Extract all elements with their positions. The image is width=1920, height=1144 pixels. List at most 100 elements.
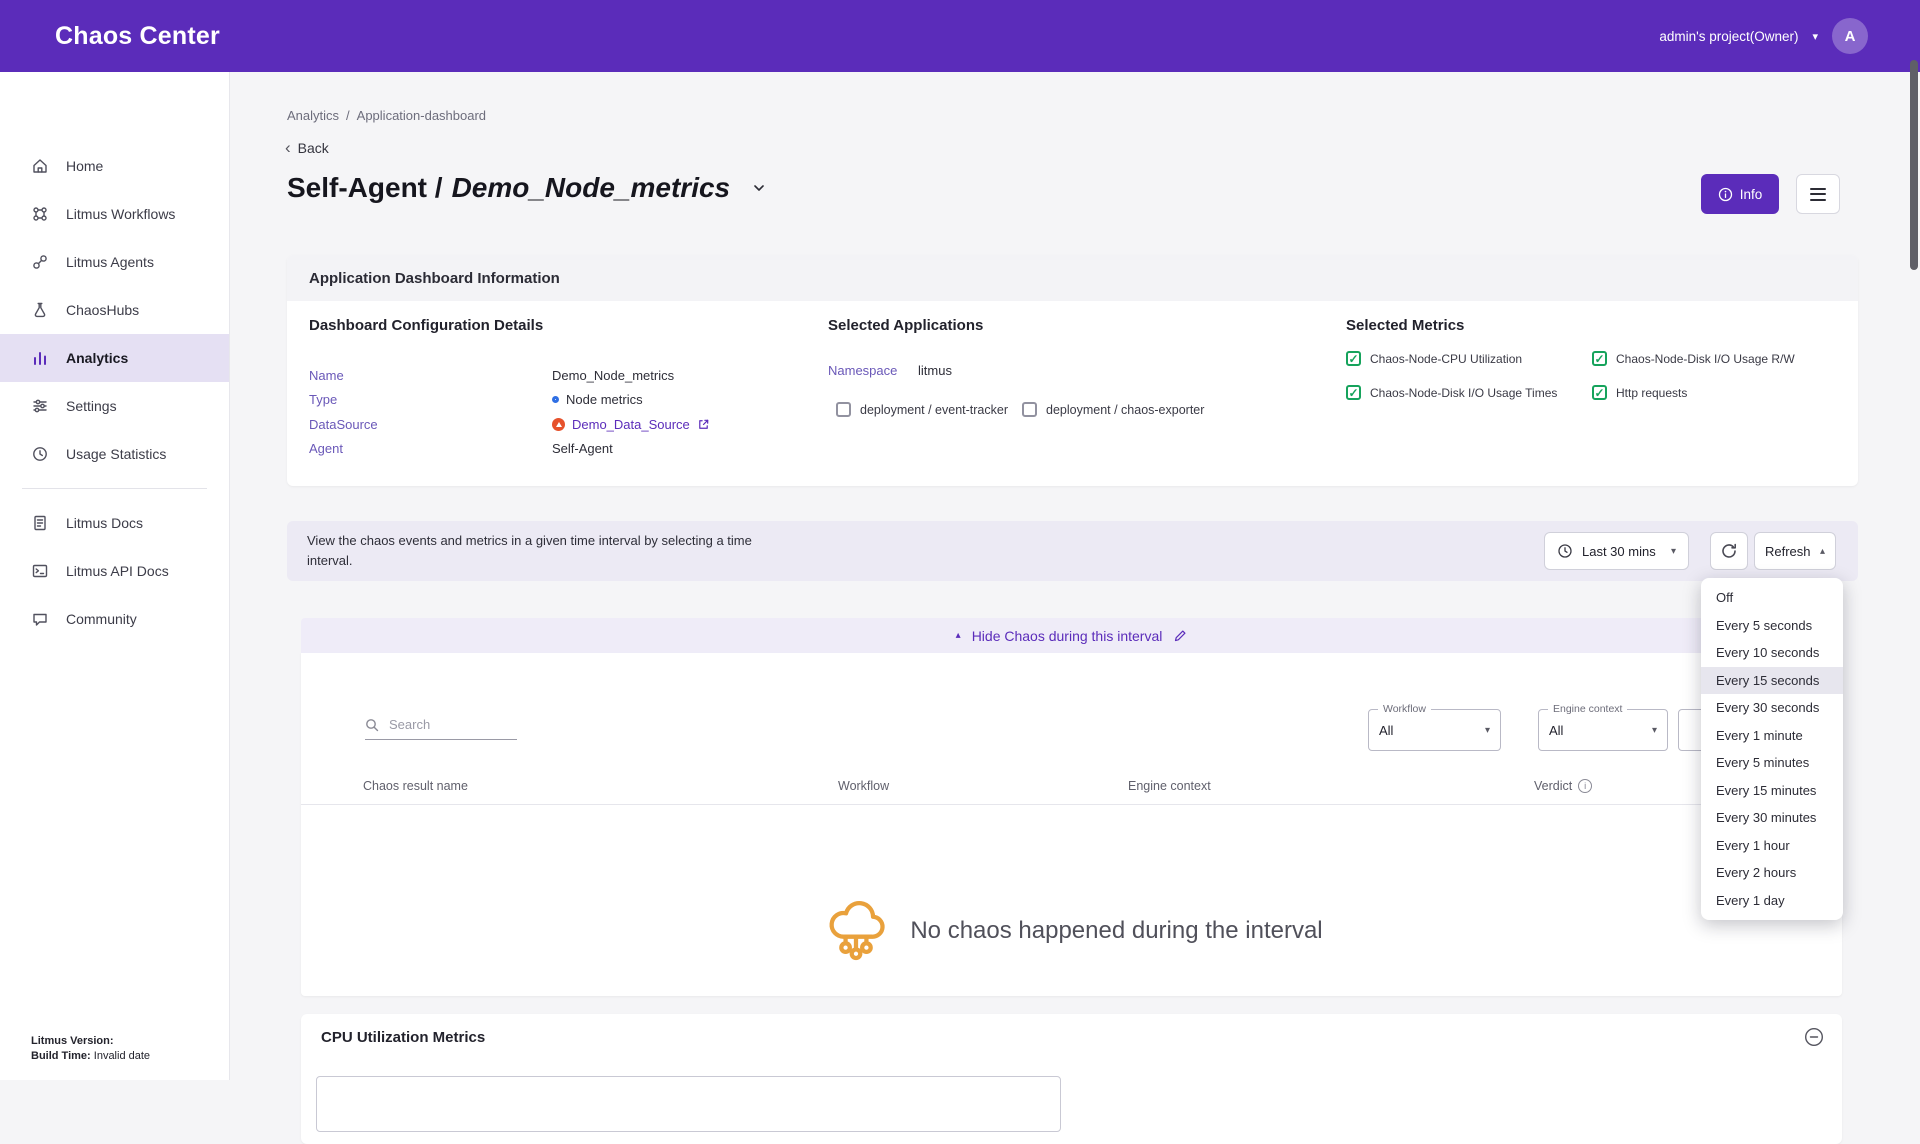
- checkbox-checked[interactable]: ✓: [1346, 351, 1361, 366]
- sidebar-item-label: Litmus API Docs: [66, 563, 169, 579]
- engine-context-filter-select[interactable]: Engine context All ▾: [1538, 709, 1668, 751]
- time-range-select[interactable]: Last 30 mins ▾: [1544, 532, 1689, 570]
- dashboard-switch-chevron-down-icon[interactable]: [751, 180, 767, 196]
- sidebar-item-community[interactable]: Community: [0, 595, 229, 643]
- config-value: Demo_Data_Source: [552, 417, 710, 432]
- checkbox-checked[interactable]: ✓: [1592, 385, 1607, 400]
- config-row-name: Name Demo_Node_metrics: [309, 363, 789, 388]
- chevron-down-icon: ▾: [1485, 725, 1490, 736]
- config-value: Self-Agent: [552, 441, 613, 456]
- home-icon: [31, 157, 49, 175]
- time-interval-description: View the chaos events and metrics in a g…: [307, 531, 759, 570]
- project-chevron-down-icon[interactable]: ▾: [1812, 30, 1818, 43]
- column-header-workflow: Workflow: [838, 779, 889, 793]
- metric-label: Http requests: [1616, 386, 1687, 400]
- refresh-now-button[interactable]: [1710, 532, 1748, 570]
- checkbox-unchecked[interactable]: [1022, 402, 1037, 417]
- breadcrumb-application-dashboard[interactable]: Application-dashboard: [357, 108, 486, 123]
- menu-option-every-5-minutes[interactable]: Every 5 minutes: [1701, 749, 1843, 777]
- checkbox-unchecked[interactable]: [836, 402, 851, 417]
- sidebar-item-home[interactable]: Home: [0, 142, 229, 190]
- menu-option-every-15-seconds[interactable]: Every 15 seconds: [1701, 667, 1843, 695]
- menu-option-every-2-hours[interactable]: Every 2 hours: [1701, 859, 1843, 887]
- config-label: Agent: [309, 441, 552, 456]
- bar-chart-icon: [31, 349, 49, 367]
- metric-checkbox-item: ✓ Chaos-Node-Disk I/O Usage R/W: [1592, 351, 1851, 366]
- menu-option-every-10-seconds[interactable]: Every 10 seconds: [1701, 639, 1843, 667]
- verdict-label: Verdict: [1534, 779, 1572, 793]
- menu-option-every-1-day[interactable]: Every 1 day: [1701, 887, 1843, 915]
- menu-option-off[interactable]: Off: [1701, 584, 1843, 612]
- page-title-row: Self-Agent / Demo_Node_metrics: [287, 172, 767, 204]
- engine-context-filter-value: All: [1549, 723, 1563, 738]
- config-label: DataSource: [309, 417, 552, 432]
- checkbox-checked[interactable]: ✓: [1592, 351, 1607, 366]
- node-metrics-icon: [552, 396, 559, 403]
- app-header: Chaos Center admin's project(Owner) ▾ A: [0, 0, 1920, 72]
- cpu-utilization-title: CPU Utilization Metrics: [321, 1029, 485, 1046]
- chaos-table-header-row: Chaos result name Workflow Engine contex…: [301, 769, 1842, 805]
- sidebar-item-litmus-api-docs[interactable]: Litmus API Docs: [0, 547, 229, 595]
- breadcrumb-analytics[interactable]: Analytics: [287, 108, 339, 123]
- cpu-utilization-card: CPU Utilization Metrics: [301, 1014, 1842, 1144]
- menu-option-every-1-hour[interactable]: Every 1 hour: [1701, 832, 1843, 860]
- refresh-interval-dropdown[interactable]: Refresh ▴: [1754, 532, 1836, 570]
- empty-state: No chaos happened during the interval: [301, 891, 1842, 971]
- sidebar-item-label: Litmus Docs: [66, 515, 143, 531]
- chevron-left-icon: ‹: [285, 138, 291, 158]
- edit-pencil-icon[interactable]: [1173, 629, 1187, 643]
- menu-option-every-15-minutes[interactable]: Every 15 minutes: [1701, 777, 1843, 805]
- metric-label: Chaos-Node-Disk I/O Usage Times: [1370, 386, 1557, 400]
- chevron-down-icon: ▾: [1671, 546, 1676, 557]
- sidebar-item-label: Settings: [66, 398, 117, 414]
- dashboard-info-card: Application Dashboard Information Dashbo…: [287, 255, 1858, 486]
- dashboard-menu-button[interactable]: [1796, 174, 1840, 214]
- sidebar-item-litmus-docs[interactable]: Litmus Docs: [0, 499, 229, 547]
- metric-checkbox-item: ✓ Chaos-Node-Disk I/O Usage Times: [1346, 385, 1592, 400]
- avatar[interactable]: A: [1832, 18, 1868, 54]
- namespace-row: Namespace litmus: [828, 363, 1328, 378]
- metric-label: Chaos-Node-CPU Utilization: [1370, 352, 1522, 366]
- config-value: Demo_Node_metrics: [552, 368, 674, 383]
- sidebar-item-usage-statistics[interactable]: Usage Statistics: [0, 430, 229, 478]
- sidebar-item-analytics[interactable]: Analytics: [0, 334, 229, 382]
- sidebar-item-settings[interactable]: Settings: [0, 382, 229, 430]
- hide-chaos-toggle[interactable]: ▴ Hide Chaos during this interval: [301, 618, 1842, 653]
- config-details-heading: Dashboard Configuration Details: [309, 317, 789, 335]
- search-input[interactable]: [387, 716, 507, 733]
- back-label: Back: [298, 140, 329, 156]
- datasource-link[interactable]: Demo_Data_Source: [572, 417, 690, 432]
- engine-context-filter-label: Engine context: [1548, 703, 1627, 715]
- column-header-verdict: Verdict i: [1534, 779, 1592, 793]
- collapse-minus-icon[interactable]: [1804, 1027, 1824, 1047]
- menu-option-every-1-minute[interactable]: Every 1 minute: [1701, 722, 1843, 750]
- vertical-scrollbar[interactable]: [1910, 60, 1918, 270]
- menu-option-every-5-seconds[interactable]: Every 5 seconds: [1701, 612, 1843, 640]
- app-title: Chaos Center: [55, 22, 220, 51]
- document-icon: [31, 514, 49, 532]
- menu-option-every-30-seconds[interactable]: Every 30 seconds: [1701, 694, 1843, 722]
- config-label: Type: [309, 392, 552, 407]
- workflow-filter-select[interactable]: Workflow All ▾: [1368, 709, 1501, 751]
- verdict-info-icon[interactable]: i: [1578, 779, 1592, 793]
- config-value-text: Node metrics: [566, 392, 643, 407]
- clock-history-icon: [31, 445, 49, 463]
- hide-chaos-label: Hide Chaos during this interval: [972, 628, 1163, 644]
- chaos-interval-section: ▴ Hide Chaos during this interval Workfl…: [301, 618, 1842, 996]
- breadcrumb-separator: /: [346, 108, 350, 123]
- sidebar-item-chaoshubs[interactable]: ChaosHubs: [0, 286, 229, 334]
- column-header-engine-context: Engine context: [1128, 779, 1211, 793]
- config-row-type: Type Node metrics: [309, 388, 789, 413]
- info-button[interactable]: Info: [1701, 174, 1779, 214]
- prometheus-icon: [552, 418, 565, 431]
- sidebar-item-litmus-workflows[interactable]: Litmus Workflows: [0, 190, 229, 238]
- sidebar-item-litmus-agents[interactable]: Litmus Agents: [0, 238, 229, 286]
- menu-option-every-30-minutes[interactable]: Every 30 minutes: [1701, 804, 1843, 832]
- back-button[interactable]: ‹ Back: [285, 138, 329, 158]
- project-selector-label[interactable]: admin's project(Owner): [1659, 29, 1798, 44]
- sidebar-item-label: Usage Statistics: [66, 446, 166, 462]
- namespace-label: Namespace: [828, 363, 918, 378]
- checkbox-checked[interactable]: ✓: [1346, 385, 1361, 400]
- application-checkbox-item: deployment / chaos-exporter: [1022, 402, 1204, 417]
- selected-applications-heading: Selected Applications: [828, 317, 1328, 335]
